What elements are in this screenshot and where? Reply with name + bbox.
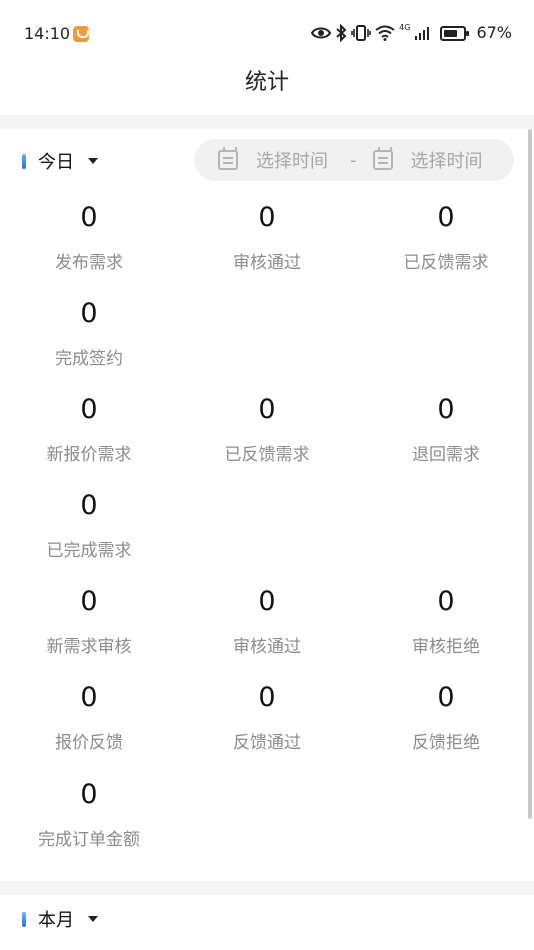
signal-icon bbox=[415, 27, 430, 40]
app-notification-icon bbox=[73, 26, 89, 42]
stat-label: 新需求审核 bbox=[46, 637, 132, 657]
stat-label: 报价反馈 bbox=[55, 733, 123, 753]
page-title: 统计 bbox=[244, 70, 289, 95]
stat-label: 新报价需求 bbox=[46, 445, 132, 465]
battery-icon bbox=[440, 25, 470, 41]
stat-label: 反馈通过 bbox=[233, 733, 301, 753]
end-date-field[interactable]: 选择时间 bbox=[411, 147, 483, 173]
period-label: 今日 bbox=[38, 152, 74, 173]
stat-value: 0 bbox=[437, 586, 455, 617]
stat-label: 已完成需求 bbox=[46, 541, 132, 561]
start-date-field[interactable]: 选择时间 bbox=[256, 147, 328, 173]
bluetooth-icon bbox=[336, 24, 347, 42]
date-range-picker[interactable]: 选择时间 - 选择时间 bbox=[194, 139, 514, 181]
stat-value: 0 bbox=[80, 779, 98, 810]
scrollbar[interactable] bbox=[528, 129, 532, 819]
section-accent-bar bbox=[22, 153, 26, 169]
stat-label: 发布需求 bbox=[55, 253, 123, 273]
period-label: 本月 bbox=[38, 910, 74, 931]
date-separator: - bbox=[350, 149, 357, 171]
stat-value: 0 bbox=[80, 298, 98, 329]
section-accent-bar bbox=[22, 911, 26, 927]
stat-value: 0 bbox=[80, 202, 98, 233]
status-time: 14:10 bbox=[24, 24, 71, 43]
stat-value: 0 bbox=[80, 394, 98, 425]
stat-value: 0 bbox=[258, 202, 276, 233]
status-icons: 4G 67% bbox=[311, 24, 512, 42]
stat-label: 完成签约 bbox=[55, 349, 123, 369]
chevron-down-icon bbox=[88, 916, 98, 922]
stat-value: 0 bbox=[437, 682, 455, 713]
stat-label: 审核通过 bbox=[233, 253, 301, 273]
stat-value: 0 bbox=[258, 586, 276, 617]
section-divider bbox=[0, 115, 534, 129]
battery-percent: 67% bbox=[476, 23, 512, 42]
stat-label: 审核拒绝 bbox=[412, 637, 480, 657]
network-type-label: 4G bbox=[399, 23, 411, 32]
wifi-icon bbox=[375, 25, 395, 41]
stat-value: 0 bbox=[437, 202, 455, 233]
stat-value: 0 bbox=[80, 682, 98, 713]
eye-icon bbox=[311, 27, 332, 39]
stat-label: 退回需求 bbox=[412, 445, 480, 465]
section-divider bbox=[0, 881, 534, 895]
chevron-down-icon bbox=[88, 158, 98, 164]
stat-label: 反馈拒绝 bbox=[412, 733, 480, 753]
stat-value: 0 bbox=[80, 586, 98, 617]
stat-label: 审核通过 bbox=[233, 637, 301, 657]
vibrate-icon bbox=[351, 25, 371, 41]
calendar-icon bbox=[218, 147, 238, 170]
stat-value: 0 bbox=[80, 490, 98, 521]
stat-value: 0 bbox=[258, 682, 276, 713]
period-dropdown-today[interactable]: 今日 bbox=[22, 148, 98, 174]
period-dropdown-month[interactable]: 本月 bbox=[22, 906, 98, 932]
stat-value: 0 bbox=[258, 394, 276, 425]
stat-label: 已反馈需求 bbox=[403, 253, 489, 273]
stat-label: 已反馈需求 bbox=[224, 445, 310, 465]
calendar-icon bbox=[372, 147, 393, 170]
stat-label: 完成订单金额 bbox=[38, 830, 140, 850]
stat-value: 0 bbox=[437, 394, 455, 425]
status-bar: 14:10 4G 67% bbox=[0, 0, 534, 68]
